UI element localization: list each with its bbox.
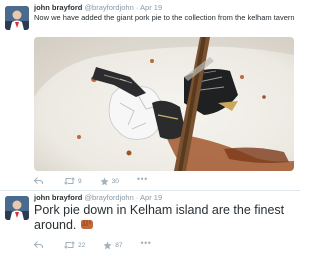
reply-icon — [34, 177, 43, 185]
tweet-text-body: Pork pie down in Kelham island are the f… — [34, 203, 285, 232]
tweet-photo[interactable] — [34, 37, 294, 171]
retweet-count: 9 — [78, 177, 82, 185]
tweet-actions: 22 87 ••• — [34, 238, 169, 251]
tweet: john brayford @brayfordjohn · Apr 19 Por… — [0, 190, 300, 256]
favorite-count: 30 — [111, 177, 119, 185]
favorite-button[interactable]: 87 — [103, 240, 123, 250]
reply-button[interactable] — [34, 241, 46, 249]
fist-bump-emoji-icon — [80, 220, 93, 229]
retweet-icon — [64, 241, 75, 249]
separator: · — [135, 3, 139, 12]
favorite-button[interactable]: 30 — [100, 176, 119, 186]
tweet-actions: 9 30 ••• — [34, 174, 166, 187]
tweet-header: john brayford @brayfordjohn · Apr 19 — [34, 3, 162, 13]
user-handle[interactable]: @brayfordjohn — [84, 193, 133, 202]
star-icon — [100, 176, 109, 185]
tweet-text: Pork pie down in Kelham island are the f… — [34, 203, 296, 233]
user-handle[interactable]: @brayfordjohn — [84, 3, 133, 12]
retweet-button[interactable]: 9 — [64, 177, 82, 185]
more-options-button[interactable]: ••• — [140, 238, 151, 248]
favorite-count: 87 — [115, 241, 123, 249]
user-name[interactable]: john brayford — [34, 3, 82, 12]
user-name[interactable]: john brayford — [34, 193, 82, 202]
avatar[interactable] — [5, 6, 29, 30]
more-options-button[interactable]: ••• — [137, 174, 148, 184]
tweet: john brayford @brayfordjohn · Apr 19 Now… — [0, 0, 300, 191]
avatar[interactable] — [5, 196, 29, 220]
tweet-text: Now we have added the giant pork pie to … — [34, 13, 295, 22]
retweet-button[interactable]: 22 — [64, 241, 85, 249]
star-icon — [103, 240, 112, 249]
tweet-header: john brayford @brayfordjohn · Apr 19 — [34, 193, 162, 203]
reply-button[interactable] — [34, 177, 46, 185]
retweet-icon — [64, 177, 75, 185]
retweet-count: 22 — [78, 241, 86, 249]
tweet-date[interactable]: Apr 19 — [140, 3, 162, 12]
reply-icon — [34, 241, 43, 249]
tweet-date[interactable]: Apr 19 — [140, 193, 162, 202]
separator: · — [135, 193, 139, 202]
